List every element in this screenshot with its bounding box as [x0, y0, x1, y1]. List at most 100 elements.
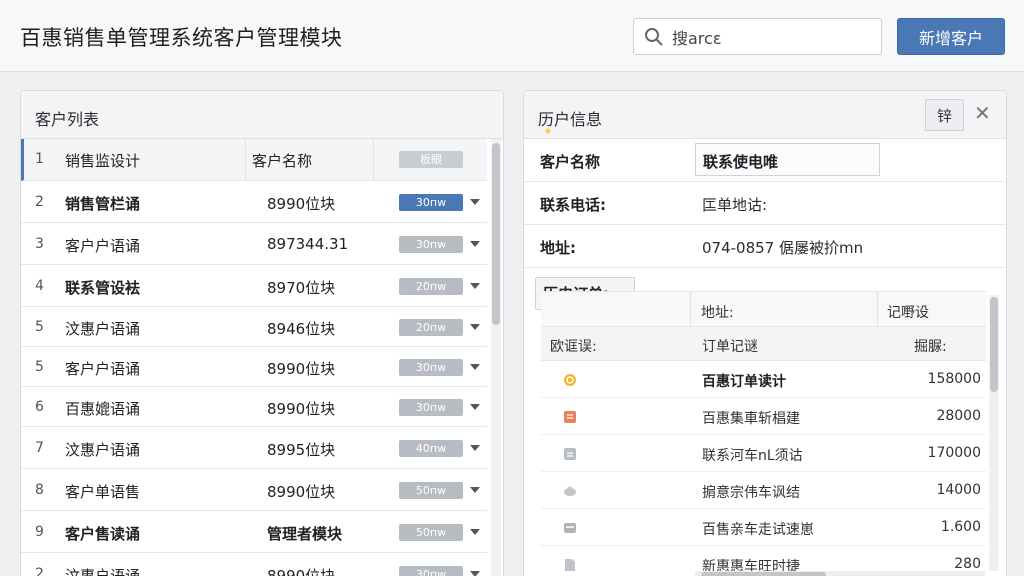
order-row[interactable]: 掮意宗伟车讽结 14000	[541, 472, 986, 509]
chevron-down-icon[interactable]	[470, 241, 480, 247]
search-icon	[645, 28, 663, 46]
chevron-down-icon[interactable]	[470, 199, 480, 205]
table-row[interactable]: 8 客户单语售 8990位块 50пw	[21, 469, 487, 511]
status-badge[interactable]: 50пw	[399, 482, 463, 499]
table-row[interactable]: 6 百惠媲语诵 8990位块 30пw	[21, 387, 487, 427]
customer-code: 管理者模块	[267, 525, 343, 543]
chevron-down-icon[interactable]	[470, 283, 480, 289]
cloud-icon	[563, 483, 577, 497]
column-header-code[interactable]: 客户名称	[252, 150, 312, 171]
customer-detail-title: 历户信息	[538, 110, 603, 129]
row-number: 5	[35, 359, 44, 375]
table-row[interactable]: 3 客户户语诵 897344.31 30пw	[21, 223, 487, 265]
order-row[interactable]: 百售亲车走试速崽 1.600	[541, 509, 986, 546]
order-row[interactable]: 联系河车nL须诂 170000	[541, 435, 986, 472]
search-box[interactable]	[633, 18, 882, 55]
order-table-head-top: 地址: 记嘢设	[541, 291, 986, 328]
customer-name: 客户户语诵	[65, 360, 141, 378]
order-amount: 28000	[936, 408, 981, 424]
status-badge[interactable]: 30пw	[399, 359, 463, 376]
customer-name: 汶惠户语诵	[65, 441, 141, 459]
close-icon[interactable]: ✕	[974, 101, 991, 125]
customer-code: 8990位块	[267, 400, 336, 418]
table-row[interactable]: 5 汶惠户语诵 8946位块 20пw	[21, 307, 487, 347]
order-name: 百惠订单读计	[702, 374, 786, 390]
table-row[interactable]: 5 客户户语诵 8990位块 30пw	[21, 347, 487, 387]
info-row-name: 客户名称 联系使电唯	[524, 139, 1006, 182]
chevron-down-icon[interactable]	[470, 571, 480, 576]
page-title: 百惠销售单管理系统客户管理模块	[20, 26, 343, 50]
app-header: 百惠销售单管理系统客户管理模块 新增客户	[0, 0, 1024, 72]
order-amount: 158000	[927, 371, 981, 387]
scrollbar-thumb[interactable]	[701, 572, 826, 576]
customer-name: 客户单语售	[65, 483, 141, 501]
status-badge[interactable]: 50пw	[399, 524, 463, 541]
status-badge[interactable]: 20пw	[399, 278, 463, 295]
table-row[interactable]: 9 客户售读诵 管理者模块 50пw	[21, 511, 487, 553]
row-number: 5	[35, 319, 44, 335]
order-amount: 280	[954, 556, 981, 572]
customer-list-header: 客户列表	[21, 91, 503, 139]
status-badge[interactable]: 20пw	[399, 319, 463, 336]
customer-name-field[interactable]: 联系使电唯	[695, 143, 880, 176]
customer-name: 汶惠户语诵	[65, 320, 141, 338]
column-divider	[877, 292, 878, 328]
customer-code: 8990位块	[267, 483, 336, 501]
status-badge[interactable]: 30пw	[399, 399, 463, 416]
table-row[interactable]: 7 汶惠户语诵 8995位块 40пw	[21, 427, 487, 469]
customer-code: 8995位块	[267, 441, 336, 459]
order-scrollbar[interactable]	[989, 295, 999, 571]
coin-icon	[563, 372, 577, 386]
row-number: 6	[35, 399, 44, 415]
table-row[interactable]: 4 联系管设袪 8970位块 20пw	[21, 265, 487, 307]
chevron-down-icon[interactable]	[470, 487, 480, 493]
row-number: 4	[35, 278, 44, 294]
lock-button[interactable]: 锌	[925, 99, 964, 131]
customer-code: 897344.31	[267, 235, 349, 253]
column-header-status[interactable]: 板眼	[399, 151, 463, 168]
address-value: 074-0857 倨屡被扴mn	[702, 239, 864, 257]
file-icon	[563, 557, 577, 571]
chevron-down-icon[interactable]	[470, 529, 480, 535]
list-scrollbar[interactable]	[491, 139, 501, 576]
status-badge[interactable]: 30пw	[399, 566, 463, 576]
status-badge[interactable]: 40пw	[399, 440, 463, 457]
customer-detail-header: 历户信息 锌 ✕	[524, 91, 1006, 139]
customer-name: 客户户语诵	[65, 237, 141, 255]
document-icon	[563, 446, 577, 460]
customer-name: 百惠媲语诵	[65, 400, 141, 418]
scrollbar-thumb[interactable]	[990, 297, 998, 392]
order-amount: 1.600	[940, 519, 981, 535]
customer-list-panel: 客户列表 1 销售监设计 客户名称 板眼 2 销售管栏诵 8990位块 30пw 3 客户…	[20, 90, 504, 576]
search-input[interactable]	[672, 25, 872, 49]
customer-name: 客户售读诵	[65, 525, 141, 543]
order-row[interactable]: 百惠订单读计 158000	[541, 361, 986, 398]
column-divider	[690, 292, 691, 328]
status-badge[interactable]: 30пw	[399, 236, 463, 253]
table-row[interactable]: 2 销售管栏诵 8990位块 30пw	[21, 181, 487, 223]
add-customer-button[interactable]: 新增客户	[897, 18, 1005, 55]
customer-name: 销售管栏诵	[65, 195, 141, 213]
row-number: 9	[35, 524, 44, 540]
column-header-name: 销售监设计	[65, 152, 141, 170]
chevron-down-icon[interactable]	[470, 445, 480, 451]
scrollbar-thumb[interactable]	[492, 143, 500, 325]
chevron-down-icon[interactable]	[470, 324, 480, 330]
order-horizontal-scrollbar[interactable]	[695, 571, 985, 576]
customer-code: 8990位块	[267, 567, 336, 576]
status-badge[interactable]: 30пw	[399, 194, 463, 211]
column-divider	[245, 139, 246, 181]
chevron-down-icon[interactable]	[470, 404, 480, 410]
order-column-record: 订单记谜	[702, 339, 758, 355]
info-label: 客户名称	[540, 153, 601, 171]
customer-name: 联系管设袪	[65, 279, 141, 297]
order-name: 百售亲车走试速崽	[702, 522, 814, 538]
order-column-note: 记嘢设	[887, 305, 929, 321]
chevron-down-icon[interactable]	[470, 364, 480, 370]
table-header-row[interactable]: 1 销售监设计 客户名称 板眼	[21, 139, 487, 181]
order-row[interactable]: 百惠集車斩椙建 28000	[541, 398, 986, 435]
order-name: 联系河车nL须诂	[702, 448, 803, 464]
row-number: 2	[35, 194, 44, 210]
table-row[interactable]: 2 汶惠户语诵 8990位块 30пw	[21, 553, 487, 576]
receipt-icon	[563, 409, 577, 423]
